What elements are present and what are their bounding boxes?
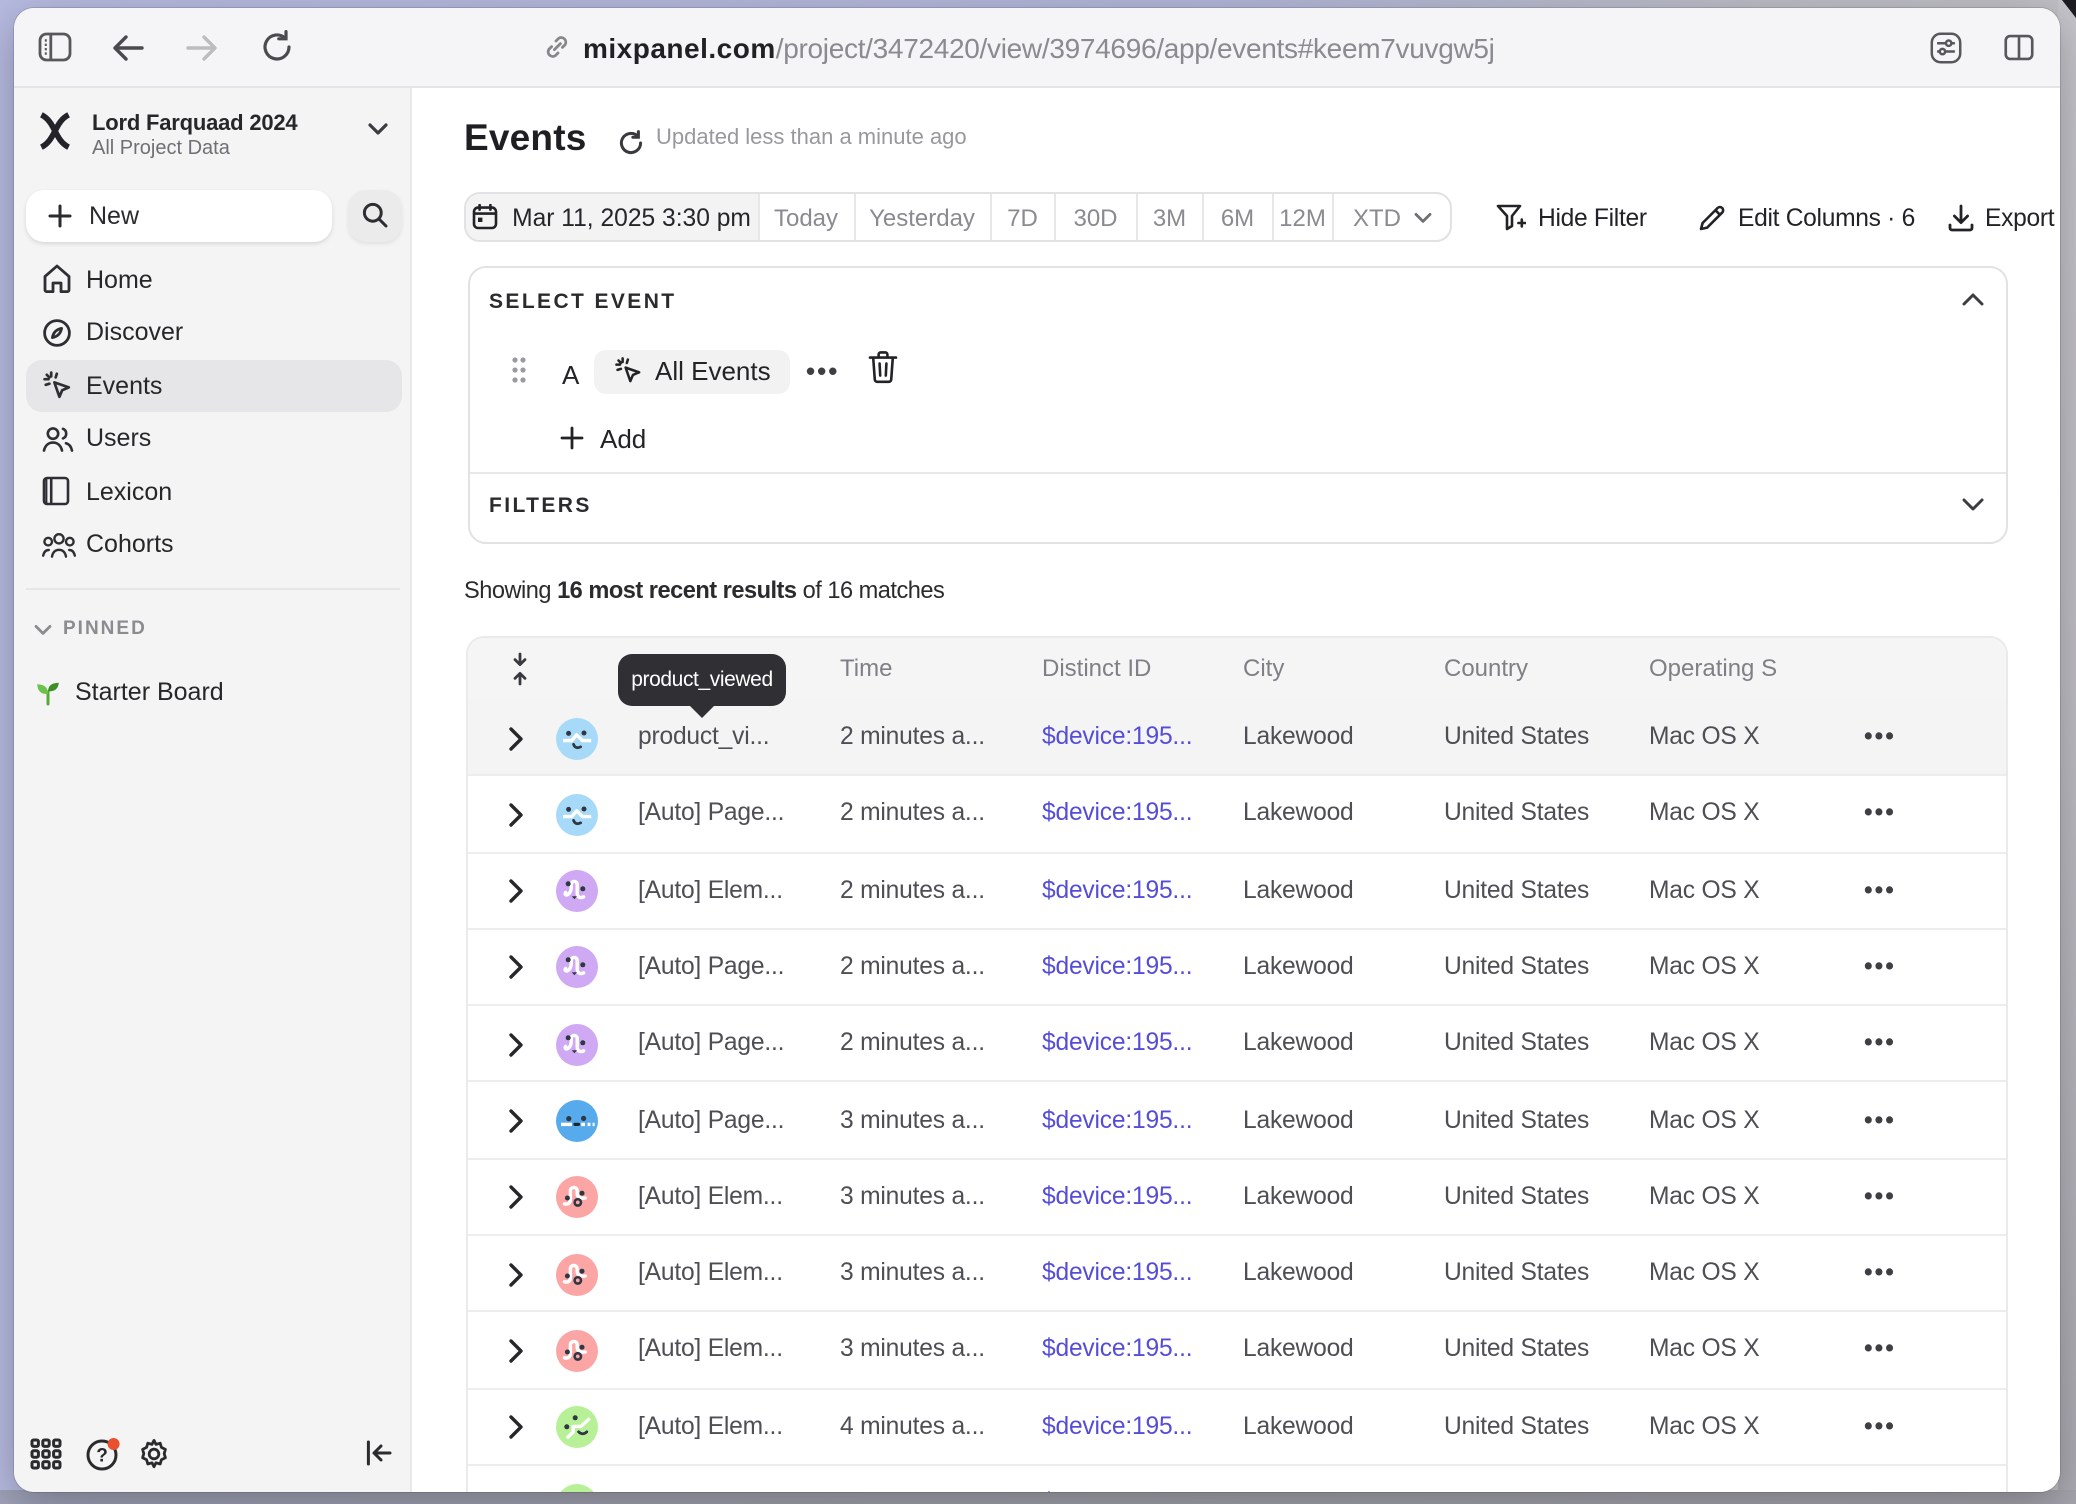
svg-text:?: ? <box>95 1445 107 1466</box>
